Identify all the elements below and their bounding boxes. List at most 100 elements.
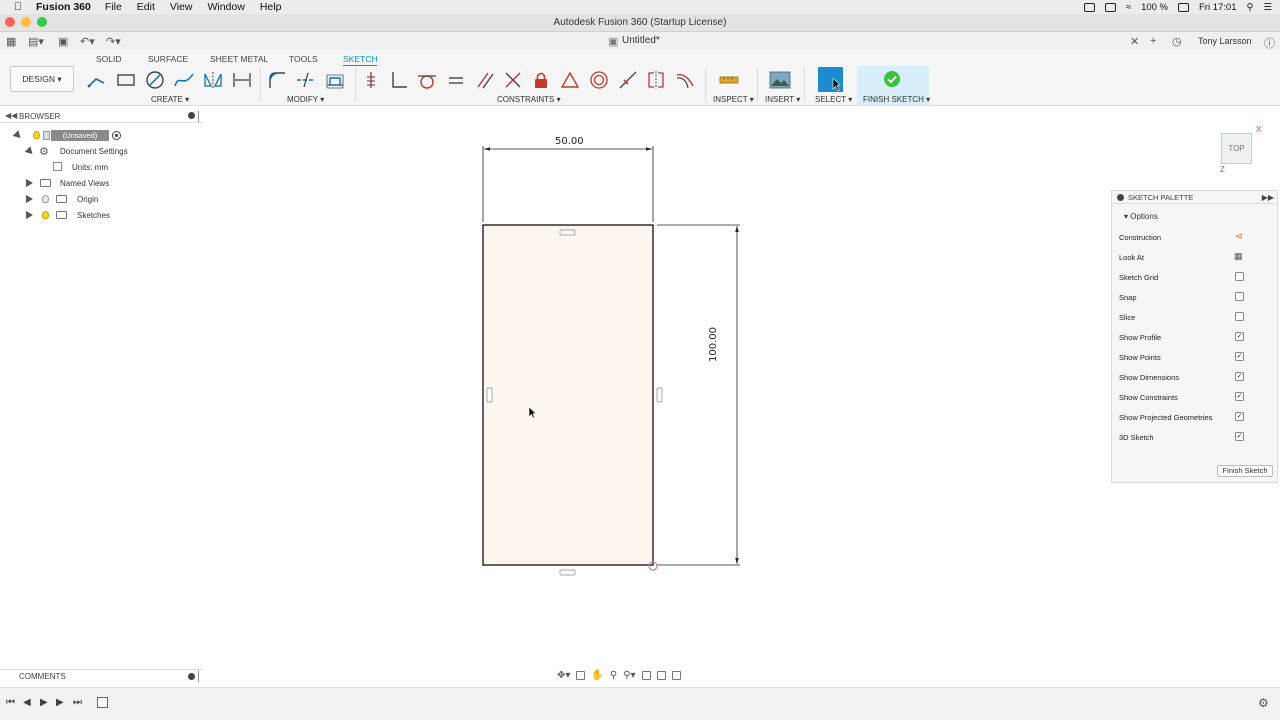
browser-root-unsaved[interactable]: (Unsaved) bbox=[51, 130, 109, 141]
tab-solid[interactable]: SOLID bbox=[96, 54, 122, 64]
line-tool-icon[interactable] bbox=[86, 69, 108, 91]
document-tab-title[interactable]: Untitled* bbox=[622, 35, 660, 46]
perpendicular-constraint-icon[interactable] bbox=[388, 69, 410, 91]
equal-constraint-icon[interactable] bbox=[445, 69, 467, 91]
symmetry-constraint-icon[interactable] bbox=[645, 69, 667, 91]
tree-item-document-settings[interactable]: Document Settings bbox=[60, 147, 128, 161]
horizontal-constraint-glyph-bottom[interactable] bbox=[559, 569, 576, 576]
battery-text[interactable]: 100 % bbox=[1141, 2, 1168, 13]
status-icon-1[interactable] bbox=[1083, 2, 1095, 12]
timeline-last-icon[interactable]: ⏭ bbox=[73, 697, 82, 708]
look-at-nav-icon[interactable] bbox=[576, 671, 586, 680]
menu-app-name[interactable]: Fusion 360 bbox=[36, 1, 91, 13]
user-name[interactable]: Tony Larsson bbox=[1198, 36, 1252, 46]
timeline-sketch-feature-icon[interactable] bbox=[97, 697, 108, 708]
comments-resize-handle[interactable] bbox=[198, 671, 199, 682]
visibility-bulb-icon[interactable] bbox=[33, 131, 40, 139]
sketch-grid-checkbox[interactable] bbox=[1235, 272, 1244, 281]
parallel-constraint-icon[interactable] bbox=[474, 69, 496, 91]
viewcube-top-face[interactable]: TOP bbox=[1221, 133, 1252, 164]
browser-resize-handle[interactable] bbox=[198, 111, 199, 122]
mirror-tool-icon[interactable] bbox=[202, 69, 224, 91]
tree-item-named-views[interactable]: Named Views bbox=[60, 179, 109, 193]
tab-sketch[interactable]: SKETCH bbox=[343, 54, 378, 66]
menu-edit[interactable]: Edit bbox=[137, 1, 155, 13]
palette-row-construction[interactable]: Construction ⊲ bbox=[1119, 231, 1269, 245]
show-projected-geometries-checkbox[interactable]: ✓ bbox=[1235, 412, 1244, 421]
collapse-browser-icon[interactable]: ◀◀ bbox=[5, 111, 17, 120]
circle-tool-icon[interactable] bbox=[144, 69, 166, 91]
show-points-checkbox[interactable]: ✓ bbox=[1235, 352, 1244, 361]
menu-file[interactable]: File bbox=[105, 1, 122, 13]
visibility-bulb-off-icon[interactable] bbox=[42, 195, 49, 203]
palette-row-show-points[interactable]: Show Points ✓ bbox=[1119, 351, 1269, 365]
slice-checkbox[interactable] bbox=[1235, 312, 1244, 321]
menu-view[interactable]: View bbox=[170, 1, 193, 13]
palette-row-slice[interactable]: Slice bbox=[1119, 311, 1269, 325]
palette-pin-icon[interactable] bbox=[1117, 194, 1124, 201]
collinear-constraint-icon[interactable] bbox=[502, 69, 524, 91]
redo-icon[interactable]: ↷▾ bbox=[106, 35, 121, 48]
width-dimension-value[interactable]: 50.00 bbox=[555, 136, 584, 147]
expand-origin-icon[interactable] bbox=[26, 195, 33, 203]
fix-constraint-icon[interactable] bbox=[530, 69, 552, 91]
triangle-constraint-icon[interactable] bbox=[559, 69, 581, 91]
workspace-switcher[interactable]: DESIGN ▾ bbox=[10, 66, 74, 92]
browser-header[interactable]: ◀◀ BROWSER bbox=[0, 111, 203, 123]
vertical-constraint-glyph-right[interactable] bbox=[656, 387, 663, 403]
timeline-prev-icon[interactable]: ◀ bbox=[23, 697, 31, 708]
zoom-icon[interactable]: ⚲ bbox=[610, 670, 617, 681]
horizontal-constraint-glyph-top[interactable] bbox=[559, 229, 576, 236]
spline-tool-icon[interactable] bbox=[173, 69, 195, 91]
palette-collapse-icon[interactable]: ▶▶ bbox=[1262, 191, 1274, 204]
tab-tools[interactable]: TOOLS bbox=[289, 54, 318, 64]
palette-row-look-at[interactable]: Look At ▦ bbox=[1119, 251, 1269, 265]
spotlight-icon[interactable]: ⚲ bbox=[1247, 2, 1254, 13]
create-group-label[interactable]: CREATE ▾ bbox=[151, 95, 189, 104]
palette-row-show-constraints[interactable]: Show Constraints ✓ bbox=[1119, 391, 1269, 405]
data-panel-grid-icon[interactable]: ▦ bbox=[6, 35, 16, 48]
tree-item-sketches[interactable]: Sketches bbox=[77, 211, 110, 225]
curvature-constraint-icon[interactable] bbox=[674, 69, 696, 91]
rectangle-tool-icon[interactable] bbox=[115, 69, 137, 91]
midpoint-constraint-icon[interactable] bbox=[617, 69, 639, 91]
offset-tool-icon[interactable] bbox=[324, 69, 346, 91]
help-icon[interactable]: ⓘ bbox=[1264, 35, 1275, 51]
save-icon[interactable]: ▣ bbox=[58, 35, 68, 48]
tree-item-units[interactable]: Units: mm bbox=[72, 163, 108, 177]
menu-window[interactable]: Window bbox=[207, 1, 244, 13]
inspect-group-label[interactable]: INSPECT ▾ bbox=[713, 95, 754, 104]
dimension-tool-icon[interactable] bbox=[231, 69, 253, 91]
timeline-settings-gear-icon[interactable]: ⚙ bbox=[1258, 696, 1269, 710]
coincident-constraint-icon[interactable] bbox=[360, 69, 382, 91]
file-menu-icon[interactable]: ▤▾ bbox=[28, 35, 44, 48]
wifi-icon[interactable]: ≈ bbox=[1126, 2, 1131, 13]
palette-row-3d-sketch[interactable]: 3D Sketch ✓ bbox=[1119, 431, 1269, 445]
palette-finish-sketch-button[interactable]: Finish Sketch bbox=[1217, 465, 1273, 477]
insert-group-label[interactable]: INSERT ▾ bbox=[765, 95, 800, 104]
finish-sketch-button[interactable]: FINISH SKETCH ▾ bbox=[857, 66, 930, 105]
insert-image-icon[interactable] bbox=[769, 69, 791, 91]
grid-settings-icon[interactable] bbox=[656, 671, 666, 680]
modify-group-label[interactable]: MODIFY ▾ bbox=[287, 95, 324, 104]
palette-row-sketch-grid[interactable]: Sketch Grid bbox=[1119, 271, 1269, 285]
show-dimensions-checkbox[interactable]: ✓ bbox=[1235, 372, 1244, 381]
timeline-play-icon[interactable]: ▶ bbox=[40, 697, 48, 708]
width-dimension[interactable] bbox=[482, 146, 654, 222]
display-settings-icon[interactable] bbox=[641, 671, 651, 680]
menu-help[interactable]: Help bbox=[260, 1, 282, 13]
height-dimension-value[interactable]: 100.00 bbox=[708, 327, 719, 362]
palette-row-show-dimensions[interactable]: Show Dimensions ✓ bbox=[1119, 371, 1269, 385]
comments-pin-icon[interactable] bbox=[188, 673, 195, 680]
fillet-tool-icon[interactable] bbox=[266, 69, 288, 91]
3d-sketch-checkbox[interactable]: ✓ bbox=[1235, 432, 1244, 441]
show-profile-checkbox[interactable]: ✓ bbox=[1235, 332, 1244, 341]
height-dimension[interactable] bbox=[657, 224, 740, 566]
activate-radio-icon[interactable] bbox=[112, 131, 121, 140]
tangent-constraint-icon[interactable] bbox=[416, 69, 438, 91]
vertical-constraint-glyph-left[interactable] bbox=[486, 387, 493, 403]
look-at-icon[interactable]: ▦ bbox=[1234, 251, 1243, 262]
palette-row-show-projected-geometries[interactable]: Show Projected Geometries ✓ bbox=[1119, 411, 1269, 425]
viewports-icon[interactable] bbox=[671, 671, 681, 680]
battery-icon[interactable] bbox=[1178, 2, 1189, 12]
